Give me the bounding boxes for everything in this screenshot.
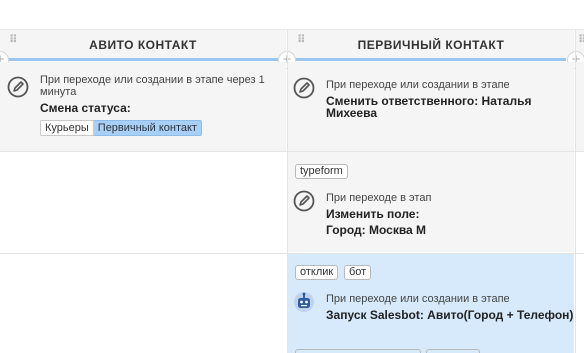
primary-row2-action-2: Город: Москва М <box>326 223 427 237</box>
column-header-primary-contact[interactable]: ⠿ ПЕРВИЧНЫЙ КОНТАКТ <box>288 30 574 61</box>
trigger-line-1: При переходе или создании в этапе через … <box>40 74 265 86</box>
column-accent-bar <box>296 58 566 61</box>
next-row-chip-outline <box>295 349 421 353</box>
salesbot-icon <box>294 292 314 312</box>
status-tag-primary-contact[interactable]: Первичный контакт <box>93 120 202 136</box>
primary-row2-action-1: Изменить поле: <box>326 207 420 221</box>
drag-handle-icon[interactable]: ⠿ <box>578 35 584 46</box>
avito-trigger-text: При переходе или создании в этапе через … <box>40 74 280 98</box>
next-row-chip-outline <box>426 349 480 353</box>
column-header-avito-contact[interactable]: ⠿ АВИТО КОНТАКТ <box>0 30 286 61</box>
primary-row1-action: Сменить ответственного: Наталья Михеева <box>326 94 532 120</box>
drag-handle-icon[interactable]: ⠿ <box>297 35 306 46</box>
status-tag-couriers[interactable]: Курьеры <box>40 120 94 136</box>
status-tag-group[interactable]: Курьеры Первичный контакт <box>40 120 202 136</box>
avito-action-label: Смена статуса: <box>40 101 131 115</box>
tag-chip-otklik[interactable]: отклик <box>295 265 339 280</box>
top-strip <box>0 0 584 30</box>
column-divider <box>575 30 576 353</box>
edit-pencil-icon <box>7 76 29 98</box>
tag-chip-bot[interactable]: бот <box>344 265 372 280</box>
avito-empty-cell-3[interactable] <box>0 254 286 353</box>
column-divider <box>287 30 288 353</box>
primary-row3-action: Запуск Salesbot: Авито(Город + Телефон) <box>326 308 574 322</box>
trigger-line-2: минута <box>40 86 77 98</box>
avito-empty-cell-2[interactable] <box>0 152 286 252</box>
column-title: ПЕРВИЧНЫЙ КОНТАКТ <box>357 38 505 52</box>
primary-row3-trigger: При переходе или создании в этапе <box>326 293 510 305</box>
edit-pencil-icon <box>293 190 315 212</box>
column-title: АВИТО КОНТАКТ <box>89 38 197 52</box>
tag-chip-typeform[interactable]: typeform <box>295 164 348 179</box>
drag-handle-icon[interactable]: ⠿ <box>9 35 18 46</box>
primary-row1-trigger: При переходе или создании в этапе <box>326 79 510 91</box>
edit-pencil-icon <box>293 77 315 99</box>
column-accent-bar <box>8 58 278 61</box>
primary-row2-trigger: При переходе в этап <box>326 192 432 204</box>
